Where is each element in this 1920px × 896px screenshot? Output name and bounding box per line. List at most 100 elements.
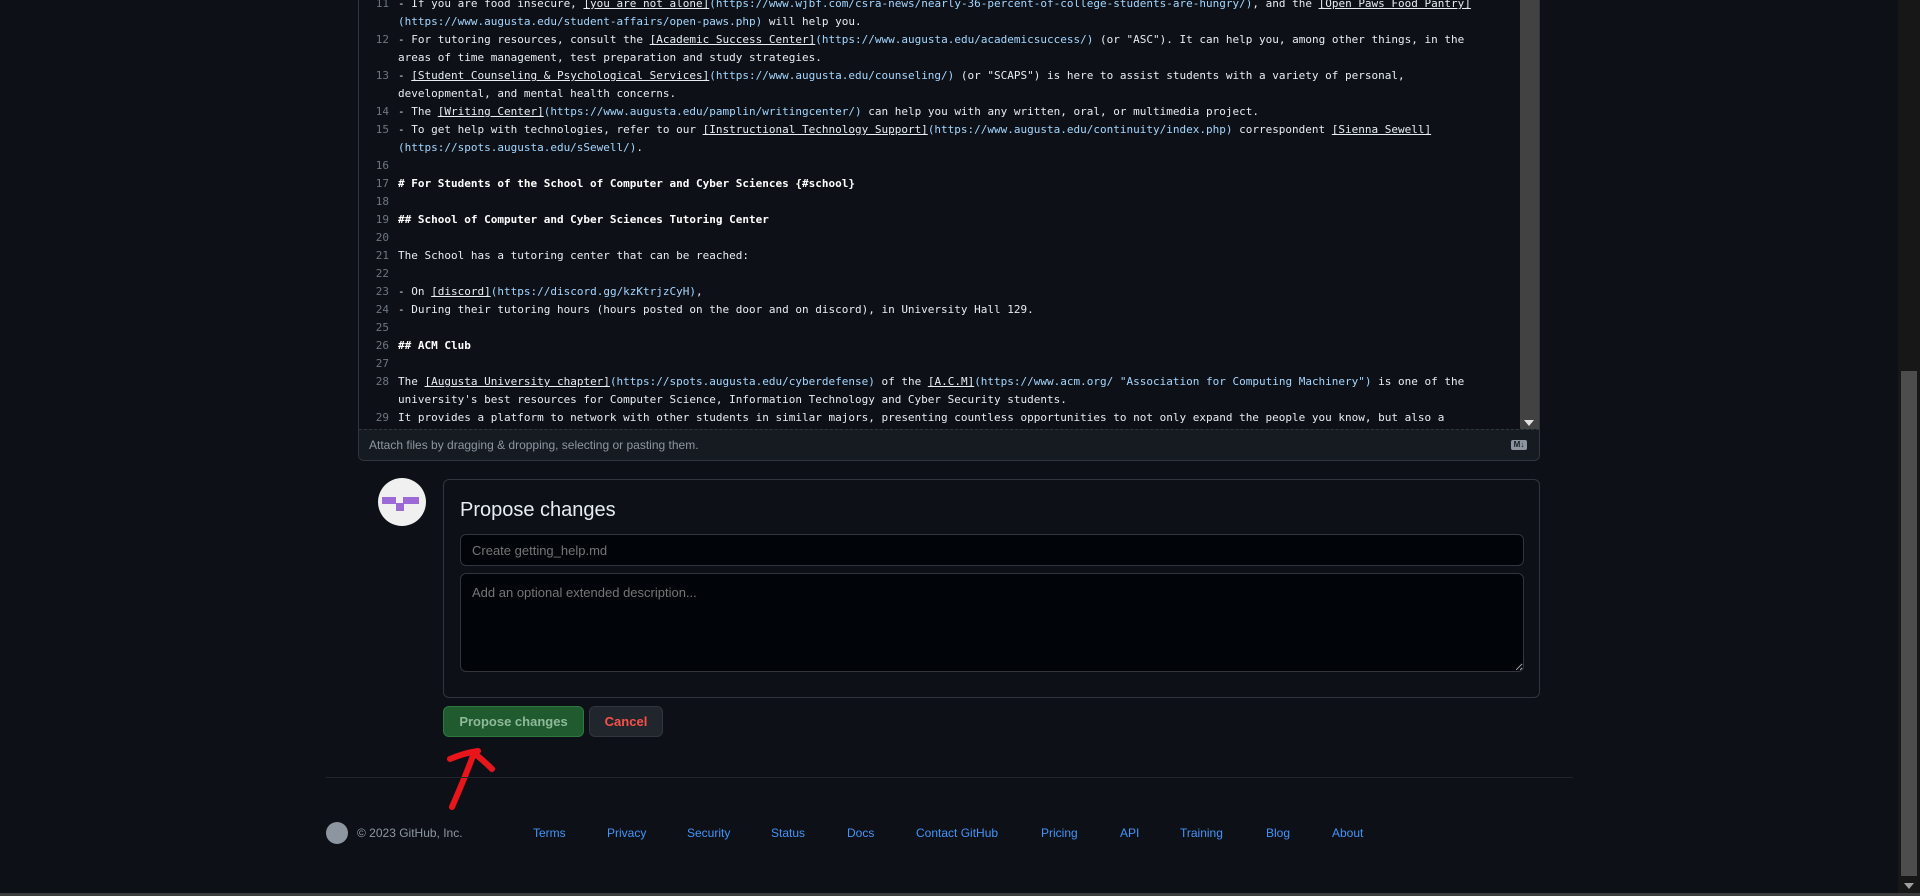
text: - During their tutoring hours (hours pos… [398, 303, 1034, 316]
footer: © 2023 GitHub, Inc. Terms Privacy Securi… [0, 822, 1898, 844]
code-line[interactable]: 16 [359, 157, 1521, 175]
code-line[interactable]: 28 The [Augusta University chapter](https… [359, 373, 1521, 391]
link-text: [Open Paws Food Pantry] [1318, 0, 1471, 10]
link-url: (https://www.augusta.edu/continuity/inde… [927, 123, 1233, 136]
code-line[interactable]: 26 ## ACM Club [359, 337, 1521, 355]
code-line[interactable]: 14 - The [Writing Center](https://www.aug… [359, 103, 1521, 121]
text: . [636, 141, 644, 154]
footer-divider [326, 777, 1573, 778]
text: developmental, and mental health concern… [398, 87, 677, 100]
code-line[interactable]: 15 - To get help with technologies, refer… [359, 121, 1521, 139]
text: It provides a platform to network with o… [398, 411, 1445, 424]
code-line[interactable]: 13- [Student Counseling & Psychological … [359, 67, 1521, 85]
footer-link-training[interactable]: Training [1180, 826, 1223, 840]
scroll-down-arrow-icon[interactable] [1524, 420, 1534, 426]
code-area[interactable]: 11 - If you are food insecure, [you are n… [359, 0, 1521, 427]
commit-summary-input[interactable] [460, 534, 1524, 566]
line-text: - For tutoring resources, consult the [A… [398, 31, 1464, 49]
code-line[interactable]: areas of time management, test preparati… [359, 49, 1521, 67]
code-line[interactable]: 17 # For Students of the School of Comput… [359, 175, 1521, 193]
footer-link-api[interactable]: API [1120, 826, 1139, 840]
footer-link-about[interactable]: About [1332, 826, 1363, 840]
code-line[interactable]: 18 [359, 193, 1521, 211]
line-text: (https://spots.augusta.edu/sSewell/). [398, 139, 643, 157]
line-number: 16 [375, 159, 389, 172]
footer-link-security[interactable]: Security [687, 826, 730, 840]
line-text: developmental, and mental health concern… [398, 85, 676, 103]
code-line[interactable]: 24 - During their tutoring hours (hours p… [359, 301, 1521, 319]
link-text: [Student Counseling & Psychological Serv… [411, 69, 710, 82]
link-url: (https://www.augusta.edu/student-affairs… [398, 15, 763, 28]
propose-changes-form: Propose changes [443, 479, 1540, 698]
text: - To get help with technologies, refer t… [398, 123, 703, 136]
line-number: 25 [375, 321, 389, 334]
text: - [398, 69, 412, 82]
code-line[interactable]: 22 [359, 265, 1521, 283]
line-text: - On [discord](https://discord.gg/kzKtrj… [398, 283, 703, 301]
line-number: 26 [375, 339, 389, 352]
link-text: [you are not alone] [583, 0, 710, 10]
text: can help you with any written, oral, or … [861, 105, 1259, 118]
line-text: ## ACM Club [398, 337, 471, 355]
link-url: (https://discord.gg/kzKtrjzCyH) [490, 285, 697, 298]
line-number: 19 [375, 213, 389, 226]
line-text: It provides a platform to network with o… [398, 409, 1444, 427]
code-line[interactable]: university's best resources for Computer… [359, 391, 1521, 409]
code-line[interactable]: 25 [359, 319, 1521, 337]
text: , [696, 285, 703, 298]
cancel-button[interactable]: Cancel [589, 706, 663, 737]
footer-link-docs[interactable]: Docs [847, 826, 874, 840]
line-number: 27 [375, 357, 389, 370]
line-number: 23 [375, 285, 389, 298]
footer-link-blog[interactable]: Blog [1266, 826, 1290, 840]
line-text: - If you are food insecure, [you are not… [398, 0, 1471, 13]
line-text: - [Student Counseling & Psychological Se… [398, 67, 1405, 85]
attach-files-bar[interactable]: Attach files by dragging & dropping, sel… [359, 429, 1539, 460]
code-line[interactable]: (https://www.augusta.edu/student-affairs… [359, 13, 1521, 31]
code-line[interactable]: 19 ## School of Computer and Cyber Scienc… [359, 211, 1521, 229]
code-line[interactable]: 12 - For tutoring resources, consult the … [359, 31, 1521, 49]
scroll-down-arrow-icon[interactable] [1904, 883, 1914, 889]
footer-link-privacy[interactable]: Privacy [607, 826, 646, 840]
text: , and the [1252, 0, 1319, 10]
footer-link-terms[interactable]: Terms [533, 826, 566, 840]
line-text: # For Students of the School of Computer… [398, 175, 855, 193]
code-line[interactable]: (https://spots.augusta.edu/sSewell/). [359, 139, 1521, 157]
form-title: Propose changes [460, 499, 616, 521]
line-number: 18 [375, 195, 389, 208]
code-line[interactable]: 29 It provides a platform to network with… [359, 409, 1521, 427]
heading-text: # For Students of the School of Computer… [398, 177, 855, 190]
propose-changes-button[interactable]: Propose changes [443, 706, 584, 737]
commit-description-textarea[interactable] [460, 573, 1524, 672]
link-url: (https://www.augusta.edu/counseling/) [709, 69, 955, 82]
text: - For tutoring resources, consult the [398, 33, 650, 46]
code-line[interactable]: 20 [359, 229, 1521, 247]
line-text: The [Augusta University chapter](https:/… [398, 373, 1464, 391]
github-logo-icon[interactable] [326, 822, 348, 844]
red-arrow-annotation [447, 748, 495, 810]
page-scrollbar[interactable] [1898, 0, 1920, 893]
link-text: [discord] [431, 285, 491, 298]
code-line[interactable]: 11 - If you are food insecure, [you are n… [359, 0, 1521, 13]
link-text: [Academic Success Center] [649, 33, 816, 46]
code-line[interactable]: developmental, and mental health concern… [359, 85, 1521, 103]
link-url: (https://spots.augusta.edu/sSewell/) [398, 141, 637, 154]
line-number: 20 [375, 231, 389, 244]
editor-scrollbar[interactable] [1520, 0, 1539, 430]
footer-link-status[interactable]: Status [771, 826, 805, 840]
file-editor[interactable]: 11 - If you are food insecure, [you are n… [358, 0, 1540, 461]
text: (or "ASC"). It can help you, among other… [1093, 33, 1465, 46]
footer-link-contact[interactable]: Contact GitHub [916, 826, 998, 840]
line-number: 24 [375, 303, 389, 316]
code-line[interactable]: 23 - On [discord](https://discord.gg/kzKt… [359, 283, 1521, 301]
text: correspondent [1232, 123, 1332, 136]
page-scrollbar-thumb[interactable] [1901, 371, 1917, 876]
heading-text: ## School of Computer and Cyber Sciences… [398, 213, 769, 226]
line-number: 12 [375, 33, 389, 46]
line-text: - To get help with technologies, refer t… [398, 121, 1431, 139]
markdown-icon[interactable]: M↓ [1511, 440, 1527, 450]
text: areas of time management, test preparati… [398, 51, 822, 64]
footer-link-pricing[interactable]: Pricing [1041, 826, 1078, 840]
code-line[interactable]: 27 [359, 355, 1521, 373]
code-line[interactable]: 21 The School has a tutoring center that … [359, 247, 1521, 265]
